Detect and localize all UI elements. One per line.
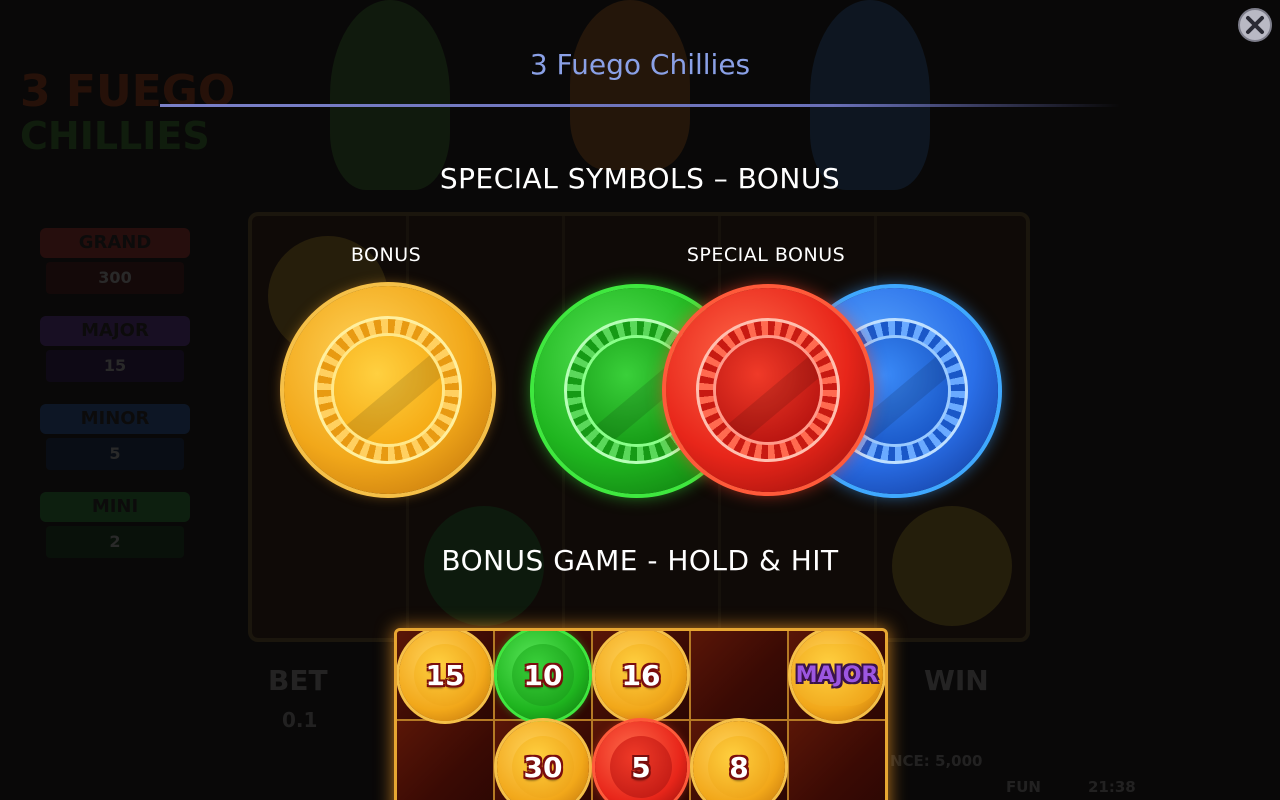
board-cell	[789, 721, 885, 800]
board-cell	[691, 631, 789, 721]
coin-value: 10	[523, 658, 563, 692]
dialog-title: 3 Fuego Chillies	[529, 48, 751, 81]
special-symbols-heading: SPECIAL SYMBOLS – BONUS	[439, 162, 841, 195]
gold-bonus-coin	[284, 286, 492, 494]
hold-hit-heading: BONUS GAME - HOLD & HIT	[441, 544, 839, 577]
gold-coin: 15	[399, 631, 491, 721]
special-bonus-label: SPECIAL BONUS	[686, 244, 846, 266]
red-special-coin	[666, 288, 870, 492]
close-icon	[1246, 16, 1264, 34]
coin-value-major: MAJOR	[795, 662, 879, 688]
hold-and-hit-board: 15 10 16 MAJOR 30 5 8	[394, 628, 888, 800]
coin-value: 15	[425, 658, 465, 692]
gold-coin: MAJOR	[791, 631, 883, 721]
title-divider	[160, 104, 1120, 107]
coin-value: 8	[729, 750, 749, 784]
close-button[interactable]	[1238, 8, 1272, 42]
gold-coin: 16	[595, 631, 687, 721]
green-coin: 10	[497, 631, 589, 721]
coin-value: 30	[523, 750, 563, 784]
coin-value: 16	[621, 658, 661, 692]
coin-value: 5	[631, 750, 651, 784]
bonus-label: BONUS	[350, 244, 422, 266]
board-cell	[397, 721, 495, 800]
